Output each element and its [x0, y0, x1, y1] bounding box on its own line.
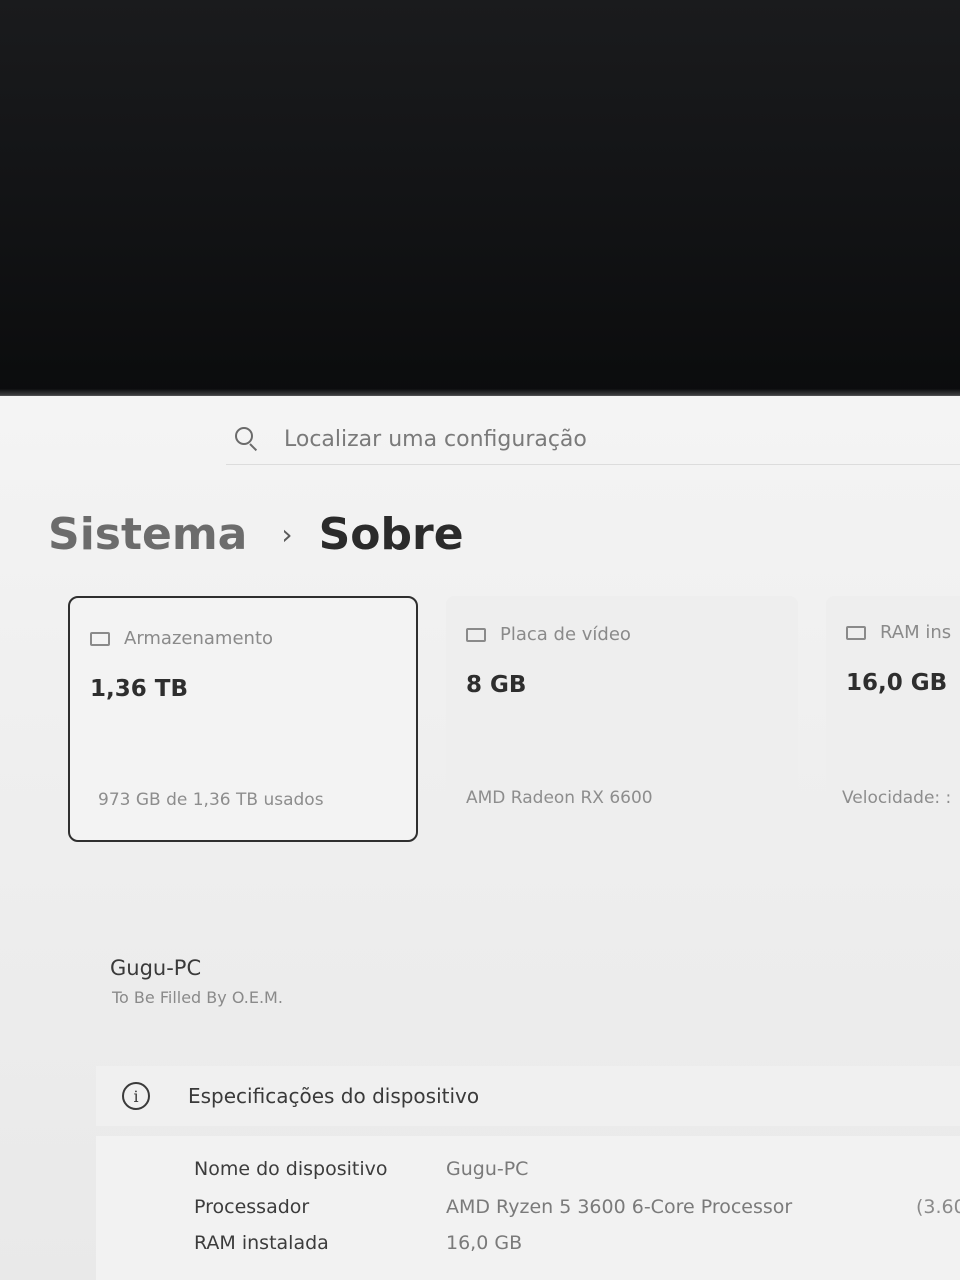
device-name: Gugu-PC	[110, 956, 202, 980]
storage-card-header: Armazenamento	[90, 628, 273, 649]
spec-value: 16,0 GB	[446, 1232, 523, 1254]
memory-icon	[846, 625, 866, 640]
dark-background	[0, 0, 960, 400]
gpu-card-value: 8 GB	[466, 672, 527, 698]
storage-card-value: 1,36 TB	[90, 676, 188, 702]
search-bar	[226, 414, 960, 465]
ram-card-detail: Velocidade: :	[842, 788, 952, 808]
page-title: Sobre	[318, 508, 464, 560]
specs-title: Especificações do dispositivo	[188, 1084, 480, 1108]
display-icon	[466, 627, 486, 642]
chevron-right-icon: ›	[281, 517, 293, 551]
ram-card-header: RAM ins	[846, 622, 951, 643]
ram-card-value: 16,0 GB	[846, 670, 948, 696]
storage-icon	[90, 631, 110, 646]
spec-label: RAM instalada	[194, 1232, 329, 1254]
spec-row-processor: Processador AMD Ryzen 5 3600 6-Core Proc…	[96, 1196, 960, 1230]
gpu-card-title: Placa de vídeo	[500, 624, 631, 645]
breadcrumb-sistema[interactable]: Sistema	[48, 509, 247, 560]
specs-table: Nome do dispositivo Gugu-PC Processador …	[96, 1136, 960, 1280]
storage-card-detail: 973 GB de 1,36 TB usados	[98, 790, 324, 810]
device-oem: To Be Filled By O.E.M.	[112, 988, 283, 1007]
search-icon	[232, 424, 262, 454]
spec-row-ram: RAM instalada 16,0 GB	[96, 1232, 960, 1266]
ram-card[interactable]: RAM ins 16,0 GB Velocidade: :	[826, 596, 960, 842]
spec-value: Gugu-PC	[446, 1158, 529, 1180]
ram-card-title: RAM ins	[880, 622, 952, 643]
spec-value: AMD Ryzen 5 3600 6-Core Processor	[446, 1196, 793, 1218]
specs-header[interactable]: i Especificações do dispositivo	[96, 1066, 960, 1126]
spec-row-device-name: Nome do dispositivo Gugu-PC	[96, 1158, 960, 1192]
spec-extra: (3.60	[916, 1196, 960, 1218]
gpu-card-detail: AMD Radeon RX 6600	[466, 788, 653, 808]
gpu-card-header: Placa de vídeo	[466, 624, 631, 645]
gpu-card[interactable]: Placa de vídeo 8 GB AMD Radeon RX 6600	[446, 596, 798, 842]
storage-card-title: Armazenamento	[124, 628, 274, 649]
search-input[interactable]	[282, 425, 886, 453]
info-icon: i	[122, 1082, 150, 1110]
spec-label: Processador	[194, 1196, 310, 1218]
breadcrumb: Sistema › Sobre	[48, 506, 464, 562]
settings-window: Sistema › Sobre Armazenamento 1,36 TB 97…	[0, 396, 960, 1280]
storage-card[interactable]: Armazenamento 1,36 TB 973 GB de 1,36 TB …	[68, 596, 418, 842]
spec-label: Nome do dispositivo	[194, 1158, 388, 1180]
